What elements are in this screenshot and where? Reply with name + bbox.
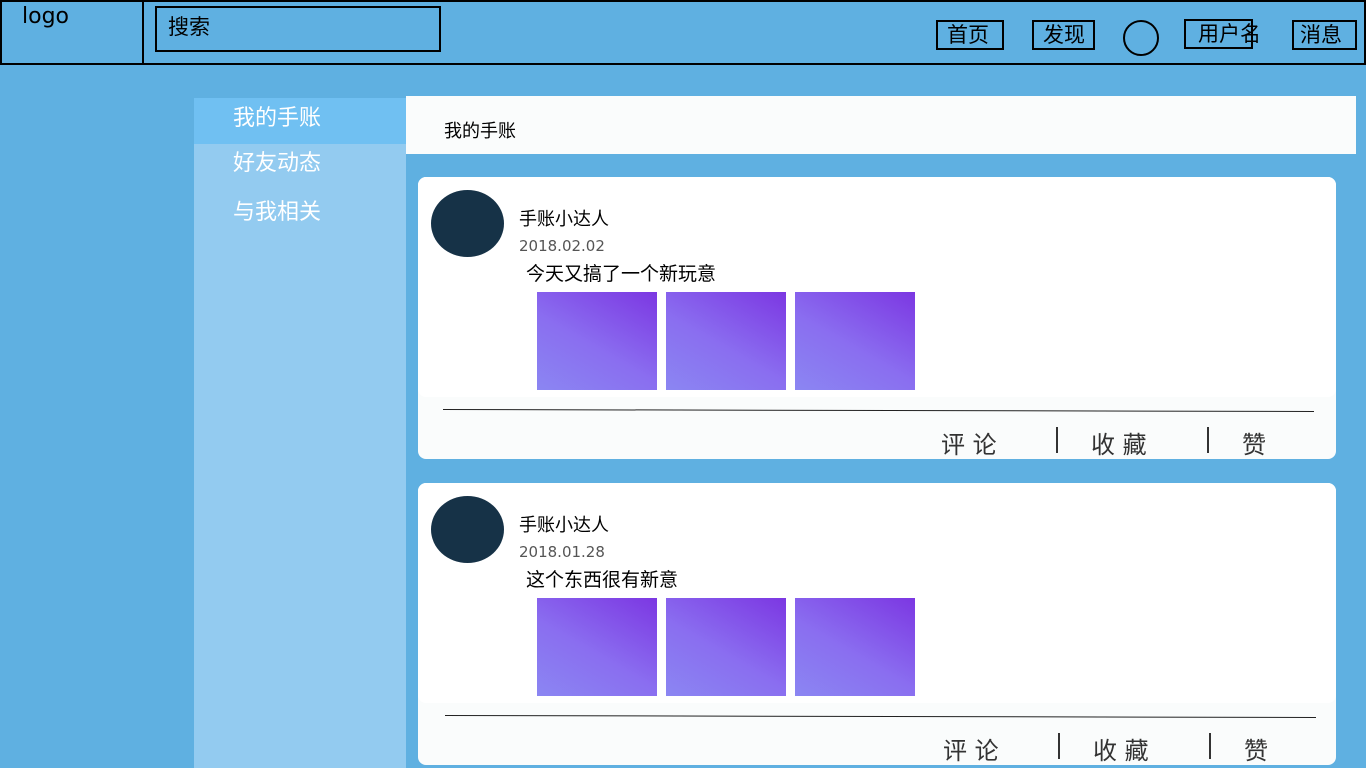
username-button[interactable]: 用户名: [1184, 19, 1261, 49]
author-avatar[interactable]: [431, 190, 504, 257]
post-body: 手账小达人 2018.01.28 这个东西很有新意: [418, 483, 1336, 703]
like-button[interactable]: 赞: [1244, 731, 1268, 766]
favorite-button[interactable]: 收 藏: [1093, 731, 1149, 766]
post-card: 手账小达人 2018.02.02 今天又搞了一个新玩意 评 论 收 藏 赞: [418, 177, 1336, 459]
search-label: 搜索: [168, 15, 210, 39]
action-separator: [1207, 427, 1209, 453]
action-separator: [1058, 733, 1060, 759]
logo[interactable]: logo: [2, 2, 144, 63]
logo-text: logo: [22, 4, 69, 29]
comment-button[interactable]: 评 论: [943, 731, 999, 766]
comment-button[interactable]: 评 论: [941, 425, 997, 460]
nav-home-button[interactable]: 首页: [936, 20, 1004, 50]
post-author[interactable]: 手账小达人: [519, 205, 609, 231]
user-avatar-icon[interactable]: [1123, 20, 1159, 56]
post-image[interactable]: [666, 292, 786, 390]
favorite-button[interactable]: 收 藏: [1091, 425, 1147, 460]
post-card: 手账小达人 2018.01.28 这个东西很有新意 评 论 收 藏 赞: [418, 483, 1336, 765]
nav-discover-button[interactable]: 发现: [1032, 20, 1095, 50]
sidebar-item-label: 好友动态: [233, 151, 322, 176]
page-title: 我的手账: [444, 121, 516, 142]
post-text: 这个东西很有新意: [526, 569, 679, 591]
author-avatar[interactable]: [431, 496, 504, 563]
like-button[interactable]: 赞: [1242, 425, 1266, 460]
sidebar-item-friends-feed[interactable]: 好友动态: [194, 143, 406, 189]
sidebar: 我的手账 好友动态 与我相关: [194, 98, 406, 768]
top-bar: logo 搜索 首页 发现 用户名 消息: [0, 0, 1366, 65]
action-separator: [1209, 733, 1211, 759]
sidebar-item-my-journal[interactable]: 我的手账: [194, 98, 406, 144]
post-author[interactable]: 手账小达人: [519, 511, 609, 537]
post-body: 手账小达人 2018.02.02 今天又搞了一个新玩意: [418, 177, 1336, 397]
divider: [444, 715, 1316, 718]
action-separator: [1056, 427, 1058, 453]
sidebar-item-label: 我的手账: [233, 106, 322, 131]
post-date: 2018.02.02: [519, 237, 605, 255]
post-text: 今天又搞了一个新玩意: [526, 263, 717, 285]
post-image[interactable]: [795, 292, 915, 390]
post-image[interactable]: [795, 598, 915, 696]
post-date: 2018.01.28: [519, 543, 605, 561]
divider: [442, 409, 1314, 412]
post-image[interactable]: [537, 598, 657, 696]
post-image[interactable]: [666, 598, 786, 696]
sidebar-item-label: 与我相关: [233, 200, 322, 225]
post-image[interactable]: [537, 292, 657, 390]
sidebar-item-related-to-me[interactable]: 与我相关: [194, 192, 406, 238]
nav-messages-button[interactable]: 消息: [1292, 20, 1357, 50]
search-input[interactable]: 搜索: [155, 6, 441, 52]
content-header: 我的手账: [406, 96, 1356, 154]
